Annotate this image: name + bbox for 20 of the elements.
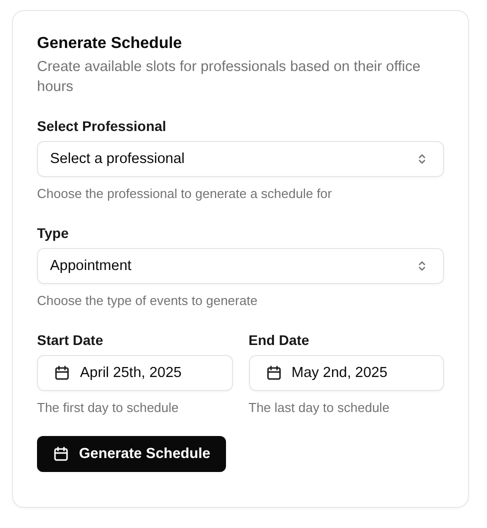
select-field[interactable]: Appointment xyxy=(37,248,444,284)
field-label: Select Professional xyxy=(37,117,168,135)
help-text: The last day to schedule xyxy=(248,400,390,416)
field-label: End Date xyxy=(248,331,310,349)
field-label: Type xyxy=(37,224,70,242)
help-text: The first day to schedule xyxy=(37,400,180,416)
date-picker-button[interactable]: April 25th, 2025 xyxy=(37,355,232,391)
card-title: Generate Schedule xyxy=(37,34,183,54)
chevron-up-down-icon xyxy=(417,260,427,272)
select-field[interactable]: Select a professional xyxy=(37,141,444,177)
calendar-icon xyxy=(54,365,70,381)
calendar-icon xyxy=(53,446,69,462)
date-picker-button[interactable]: May 2nd, 2025 xyxy=(248,355,444,391)
field-label: Start Date xyxy=(37,331,104,349)
calendar-icon xyxy=(266,365,282,381)
chevron-up-down-icon xyxy=(417,153,427,165)
help-text: Choose the type of events to generate xyxy=(37,293,258,309)
generate-button[interactable]: Generate Schedule xyxy=(37,436,226,472)
help-text: Choose the professional to generate a schedule for xyxy=(37,186,333,202)
card-description: Create available slots for professionals based on their office hours xyxy=(37,58,422,97)
